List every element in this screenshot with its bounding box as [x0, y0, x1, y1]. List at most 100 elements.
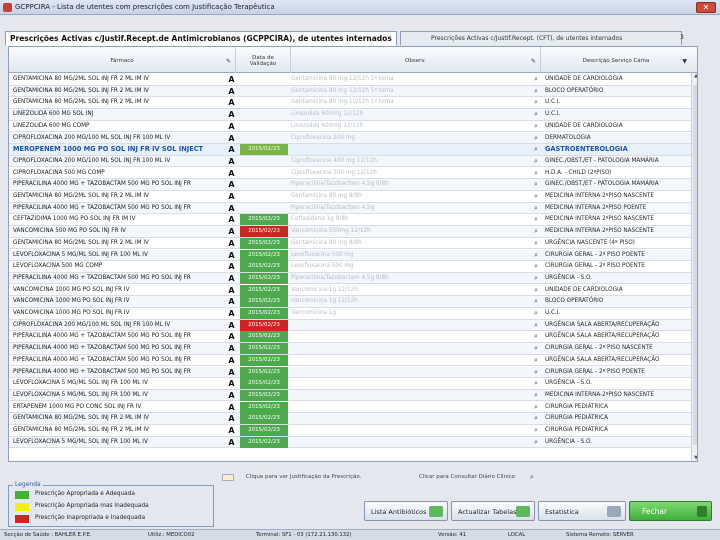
magnifier-icon[interactable]: ⌕	[531, 179, 541, 190]
justification-icon[interactable]: A	[227, 273, 236, 284]
justification-icon[interactable]: A	[227, 97, 236, 108]
magnifier-icon[interactable]: ⌕	[531, 425, 541, 436]
close-button[interactable]: Fechar	[629, 501, 712, 521]
magnifier-icon[interactable]: ⌕	[531, 86, 541, 97]
close-window-button[interactable]: ✕	[696, 2, 716, 13]
magnifier-icon[interactable]: ⌕	[531, 261, 541, 272]
table-row[interactable]: PIPERACILINA 4000 MG + TAZOBACTAM 500 MG…	[9, 366, 691, 378]
magnifier-icon[interactable]: ⌕	[531, 390, 541, 401]
table-row[interactable]: GENTAMICINA 80 MG/2ML SOL INJ FR 2 ML IM…	[9, 237, 691, 250]
justification-icon[interactable]: A	[227, 367, 236, 378]
table-row[interactable]: LINEZOLIDA 600 MG COMP A Linezolida 600mg …	[9, 121, 691, 133]
justification-icon[interactable]: A	[227, 156, 236, 167]
table-row[interactable]: GENTAMICINA 80 MG/2ML SOL INJ FR 2 ML IM…	[9, 97, 691, 109]
table-row[interactable]: PIPERACILINA 4000 MG + TAZOBACTAM 500 MG…	[9, 202, 691, 215]
justification-icon[interactable]: A	[227, 296, 236, 307]
justification-icon[interactable]: A	[227, 437, 236, 448]
magnifier-icon[interactable]: ⌕	[531, 168, 541, 179]
scroll-up-icon[interactable]: ▲	[692, 73, 697, 81]
justification-icon[interactable]: A	[227, 402, 236, 413]
justification-icon[interactable]: A	[227, 133, 236, 144]
justification-icon[interactable]: A	[227, 390, 236, 401]
magnifier-icon[interactable]: ⌕	[531, 203, 541, 214]
header-medication[interactable]: Fármaco ✎	[9, 47, 236, 73]
table-row[interactable]: PIPERACILINA 4000 MG + TAZOBACTAM 500 MG…	[9, 272, 691, 285]
magnifier-icon[interactable]: ⌕	[531, 238, 541, 249]
table-row[interactable]: LINEZOLIDA 600 MG SOL INJ A Linezolida 600…	[9, 109, 691, 121]
table-row[interactable]: GENTAMICINA 80 MG/2ML SOL INJ FR 2 ML IM…	[9, 74, 691, 86]
magnifier-icon[interactable]: ⌕	[531, 413, 541, 424]
magnifier-icon[interactable]: ⌕	[531, 133, 541, 144]
table-row[interactable]: PIPERACILINA 4000 MG + TAZOBACTAM 500 MG…	[9, 179, 691, 191]
justification-icon[interactable]: A	[227, 378, 236, 389]
magnifier-icon[interactable]: ⌕	[531, 320, 541, 331]
table-row[interactable]: GENTAMICINA 80 MG/2ML SOL INJ FR 2 ML IM…	[9, 413, 691, 425]
table-row[interactable]: GENTAMICINA 80 MG/2ML SOL INJ FR 2 ML IM…	[9, 425, 691, 437]
magnifier-icon[interactable]: ⌕	[531, 296, 541, 307]
justification-icon[interactable]: A	[227, 86, 236, 97]
table-row[interactable]: GENTAMICINA 80 MG/2ML SOL INJ FR 2 ML IM…	[9, 85, 691, 98]
justification-icon[interactable]: A	[227, 74, 236, 85]
header-service[interactable]: Descrição Serviço Cama ▼	[541, 47, 691, 73]
table-row[interactable]: VANCOMICINA 1000 MG PO SOL INJ FR IV A 201…	[9, 308, 691, 320]
magnifier-icon[interactable]: ⌕	[531, 97, 541, 108]
justification-icon[interactable]: A	[227, 121, 236, 132]
sort-icon[interactable]: ✎	[531, 58, 536, 65]
scroll-down-icon[interactable]: ▼	[692, 455, 697, 461]
statistics-button[interactable]: Estatística	[538, 501, 626, 521]
table-row[interactable]: PIPERACILINA 4000 MG + TAZOBACTAM 500 MG…	[9, 343, 691, 355]
table-row[interactable]: LEVOFLOXACINA 5 MG/ML SOL INJ FR 100 ML …	[9, 436, 691, 449]
justification-icon[interactable]: A	[227, 413, 236, 424]
justification-icon[interactable]: A	[227, 226, 236, 237]
magnifier-icon[interactable]: ⌕	[531, 355, 541, 366]
table-row[interactable]: PIPERACILINA 4000 MG + TAZOBACTAM 500 MG…	[9, 354, 691, 367]
table-row[interactable]: LEVOFLOXACINA 5 MG/ML SOL INJ FR 100 ML …	[9, 249, 691, 261]
justification-icon[interactable]: A	[227, 109, 236, 120]
table-row[interactable]: LEVOFLOXACINA 500 MG COMP A 2015/02/23 Levo…	[9, 261, 691, 273]
justification-icon[interactable]: A	[227, 261, 236, 272]
magnifier-icon[interactable]: ⌕	[531, 250, 541, 261]
magnifier-icon[interactable]: ⌕	[531, 437, 541, 448]
table-row[interactable]: CIPROFLOXACINA 200 MG/100 ML SOL INJ FR …	[9, 155, 691, 168]
magnifier-icon[interactable]: ⌕	[531, 402, 541, 413]
justification-icon[interactable]: A	[227, 168, 236, 179]
justification-icon[interactable]: A	[227, 144, 236, 155]
justification-icon[interactable]: A	[227, 250, 236, 261]
table-row[interactable]: PIPERACILINA 4000 MG + TAZOBACTAM 500 MG…	[9, 331, 691, 343]
justification-icon[interactable]: A	[227, 191, 236, 202]
magnifier-icon[interactable]: ⌕	[531, 156, 541, 167]
table-row[interactable]: VANCOMICINA 500 MG PO SOL INJ FR IV A 2015…	[9, 226, 691, 238]
magnifier-icon[interactable]: ⌕	[531, 308, 541, 319]
justification-icon[interactable]: A	[227, 203, 236, 214]
justification-icon[interactable]: A	[227, 214, 236, 225]
justification-icon[interactable]: A	[227, 179, 236, 190]
magnifier-icon[interactable]: ⌕	[531, 191, 541, 202]
magnifier-icon[interactable]: ⌕	[531, 109, 541, 120]
filter-icon[interactable]: ▼	[682, 58, 687, 65]
scroll-thumb[interactable]	[693, 85, 697, 445]
header-validation[interactable]: Data de Validação	[236, 47, 291, 73]
magnifier-icon[interactable]: ⌕	[531, 121, 541, 132]
table-row[interactable]: CIPROFLOXACINA 500 MG COMP A Ciprofloxacin…	[9, 168, 691, 180]
table-row[interactable]: ERTAPENEM 1000 MG PO CONC SOL INJ FR IV A…	[9, 401, 691, 414]
justification-icon[interactable]: A	[227, 308, 236, 319]
table-row[interactable]: VANCOMICINA 1000 MG PO SOL INJ FR IV A 201…	[9, 284, 691, 297]
table-row[interactable]: CIPROFLOXACINA 200 MG/100 ML SOL INJ FR …	[9, 132, 691, 144]
tab-antimicrobials[interactable]: Prescrições Activas c/Justif.Recept.de A…	[5, 31, 397, 46]
justification-icon[interactable]: A	[227, 343, 236, 354]
justification-icon[interactable]: A	[227, 285, 236, 296]
magnifier-icon[interactable]: ⌕	[531, 367, 541, 378]
table-row[interactable]: LEVOFLOXACINA 5 MG/ML SOL INJ FR 100 ML …	[9, 389, 691, 402]
magnifier-icon[interactable]: ⌕	[531, 273, 541, 284]
tab-cft[interactable]: Prescrições Activas c/Justif.Recept. (CF…	[400, 31, 682, 45]
table-row[interactable]: LEVOFLOXACINA 5 MG/ML SOL INJ FR 100 ML …	[9, 378, 691, 390]
magnifier-icon[interactable]: ⌕	[531, 226, 541, 237]
justification-icon[interactable]: A	[227, 238, 236, 249]
refresh-tables-button[interactable]: Actualizar Tabelas	[451, 501, 535, 521]
vertical-scrollbar[interactable]: ▲ ▼	[691, 73, 697, 461]
magnifier-icon[interactable]: ⌕	[531, 214, 541, 225]
magnifier-icon[interactable]: ⌕	[531, 331, 541, 342]
header-observations[interactable]: Observ. ✎	[291, 47, 541, 73]
magnifier-icon[interactable]: ⌕	[531, 144, 541, 155]
magnifier-icon[interactable]: ⌕	[531, 285, 541, 296]
